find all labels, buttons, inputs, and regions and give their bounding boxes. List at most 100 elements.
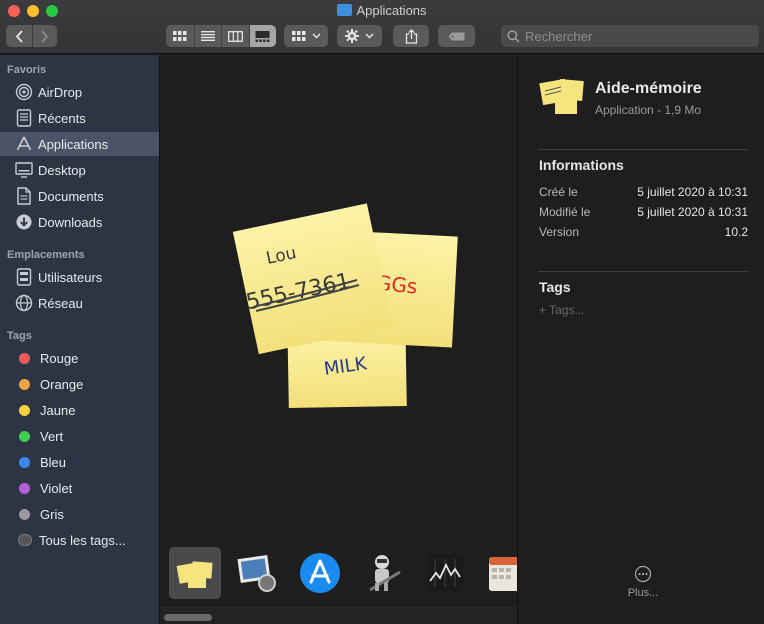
sidebar-item-downloads[interactable]: Downloads — [0, 210, 159, 234]
sidebar-tag-jaune[interactable]: Jaune — [0, 398, 159, 422]
sidebar-item-label: Downloads — [38, 214, 103, 230]
sidebar-tag-violet[interactable]: Violet — [0, 476, 159, 500]
applications-folder-icon — [337, 4, 353, 16]
share-button[interactable] — [393, 25, 429, 47]
stickies-preview-image: MILK EGGs Lou 555-7361 — [232, 203, 458, 409]
title-bar: Applications — [0, 0, 764, 54]
app-kind-size: Application - 1,9 Mo — [595, 103, 702, 117]
sidebar-all-tags[interactable]: Tous les tags... — [0, 528, 159, 552]
sidebar-item-label: Rouge — [40, 350, 79, 366]
version-label: Version — [539, 225, 580, 239]
informations-title: Informations — [539, 157, 624, 173]
sidebar-tag-rouge[interactable]: Rouge — [0, 346, 159, 370]
red-tag-dot-icon — [19, 352, 30, 364]
blue-tag-dot-icon — [19, 456, 30, 468]
applications-icon — [15, 135, 33, 153]
clock-icon — [15, 109, 33, 127]
download-icon — [15, 213, 33, 231]
thumbnail-app-store[interactable] — [294, 547, 346, 599]
scrollbar-thumb[interactable] — [164, 614, 212, 621]
icon-view-button[interactable] — [166, 25, 194, 47]
list-view-button[interactable] — [193, 25, 222, 47]
sidebar-item-label: Jaune — [40, 402, 76, 418]
sidebar: Favoris AirDrop Récents Applications Des… — [0, 55, 160, 624]
thumbnail-automator[interactable] — [357, 547, 409, 599]
chevron-down-icon — [365, 33, 374, 39]
sidebar-item-label: Applications — [38, 136, 109, 152]
automator-icon — [369, 555, 401, 592]
calendar-icon — [489, 557, 517, 591]
sidebar-item-reseau[interactable]: Réseau — [0, 291, 159, 315]
search-field[interactable] — [501, 25, 759, 47]
window-title: Applications — [0, 3, 764, 18]
desktop-icon — [15, 161, 33, 179]
created-value: 5 juillet 2020 à 10:31 — [637, 185, 748, 199]
grid-icon — [291, 31, 305, 41]
view-mode-selector — [166, 25, 276, 47]
sidebar-item-label: Récents — [38, 110, 86, 126]
sidebar-tag-gris[interactable]: Gris — [0, 502, 159, 526]
gear-icon — [345, 29, 359, 43]
add-tags-field[interactable]: + Tags... — [539, 303, 584, 317]
stickies-app-icon — [539, 78, 584, 114]
columns-icon — [227, 30, 243, 42]
column-view-button[interactable] — [221, 25, 249, 47]
gallery-preview: MILK EGGs Lou 555-7361 — [161, 55, 517, 607]
gallery-icon — [255, 30, 270, 42]
all-tags-icon — [18, 534, 32, 546]
group-by-button[interactable] — [284, 25, 328, 47]
tag-icon — [448, 32, 464, 40]
thumbnail-preview[interactable] — [231, 547, 283, 599]
sidebar-item-documents[interactable]: Documents — [0, 184, 159, 208]
stickies-icon — [176, 561, 213, 588]
grid-icon — [172, 31, 187, 41]
orange-tag-dot-icon — [19, 378, 30, 390]
sidebar-item-label: Bleu — [40, 454, 67, 470]
preview-app-icon — [237, 555, 276, 592]
network-icon — [15, 294, 33, 312]
favorites-section-title: Favoris — [7, 64, 47, 76]
airdrop-icon — [15, 83, 33, 101]
chevron-left-icon — [15, 29, 23, 43]
forward-button[interactable] — [31, 25, 57, 47]
sidebar-item-desktop[interactable]: Desktop — [0, 158, 159, 182]
purple-tag-dot-icon — [19, 482, 30, 494]
app-store-icon — [300, 553, 340, 593]
chevron-right-icon — [41, 29, 49, 43]
sidebar-item-utilisateurs[interactable]: Utilisateurs — [0, 265, 159, 289]
green-tag-dot-icon — [19, 430, 30, 442]
list-icon — [200, 31, 215, 41]
sidebar-item-label: Violet — [40, 480, 73, 496]
stocks-icon — [427, 555, 463, 591]
sidebar-item-label: AirDrop — [38, 84, 83, 100]
sidebar-item-applications[interactable]: Applications — [0, 132, 159, 156]
sidebar-item-label: Utilisateurs — [38, 269, 103, 285]
back-button[interactable] — [7, 25, 32, 47]
divider — [538, 271, 748, 272]
ellipsis-circle-icon — [634, 565, 652, 583]
search-input[interactable] — [525, 28, 755, 44]
sidebar-item-label: Réseau — [38, 295, 83, 311]
more-button[interactable]: Plus... — [623, 565, 663, 599]
thumbnail-stocks[interactable] — [419, 547, 471, 599]
sidebar-tag-orange[interactable]: Orange — [0, 372, 159, 396]
thumbnail-stickies[interactable] — [169, 547, 221, 599]
more-label: Plus... — [627, 587, 659, 599]
edit-tags-button[interactable] — [438, 25, 475, 47]
navigation-group — [6, 25, 57, 47]
sidebar-tag-vert[interactable]: Vert — [0, 424, 159, 448]
share-icon — [405, 28, 417, 44]
action-menu-button[interactable] — [337, 25, 382, 47]
sidebar-tag-bleu[interactable]: Bleu — [0, 450, 159, 474]
gallery-view-button[interactable] — [248, 25, 276, 47]
horizontal-scrollbar[interactable] — [161, 607, 517, 624]
sidebar-item-label: Gris — [40, 506, 64, 522]
sidebar-item-airdrop[interactable]: AirDrop — [0, 80, 159, 104]
sidebar-item-label: Tous les tags... — [39, 532, 126, 548]
gray-tag-dot-icon — [19, 508, 30, 520]
thumbnail-calendar[interactable] — [481, 547, 517, 599]
window-title-text: Applications — [356, 3, 427, 18]
locations-section-title: Emplacements — [7, 249, 85, 261]
created-label: Créé le — [539, 185, 578, 199]
sidebar-item-recents[interactable]: Récents — [0, 106, 159, 130]
